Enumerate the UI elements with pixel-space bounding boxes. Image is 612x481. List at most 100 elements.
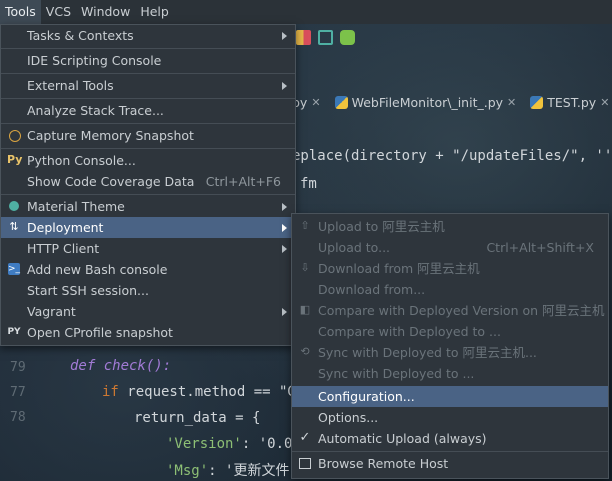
menu-item-open-cprofile[interactable]: PY Open CProfile snapshot xyxy=(1,322,295,343)
line-number: 78 xyxy=(10,410,26,425)
submenu-arrow-icon xyxy=(282,224,287,232)
menu-item-compare-with-deployed-to[interactable]: Compare with Deployed to ... xyxy=(292,321,608,342)
code-line[interactable]: if request.method == "GE xyxy=(102,384,304,400)
menu-item-label: Compare with Deployed Version on 阿里云主机 xyxy=(318,303,605,318)
code-keyword: if xyxy=(102,384,119,400)
menu-separator xyxy=(1,98,295,99)
menu-item-label: Python Console... xyxy=(27,153,136,168)
menu-item-label: Start SSH session... xyxy=(27,283,149,298)
plugin-icon[interactable] xyxy=(340,30,355,45)
menu-item-python-console[interactable]: Py Python Console... xyxy=(1,150,295,171)
submenu-arrow-icon xyxy=(282,308,287,316)
tab-webfilemonitor-init[interactable]: WebFileMonitor\_init_.py ✕ xyxy=(334,94,516,110)
menu-item-show-code-coverage[interactable]: Show Code Coverage Data Ctrl+Alt+F6 xyxy=(1,171,295,192)
shortcut-label: Ctrl+Alt+F6 xyxy=(205,174,281,189)
menu-item-material-theme[interactable]: Material Theme xyxy=(1,196,295,217)
code-line[interactable]: 'Msg': '更新文件, xyxy=(166,460,298,480)
menu-item-label: Automatic Upload (always) xyxy=(318,431,487,446)
menu-item-label: Download from... xyxy=(318,282,426,297)
code-line[interactable]: eplace(directory + "/updateFiles/", '') xyxy=(292,148,612,164)
close-icon[interactable]: ✕ xyxy=(600,96,609,109)
code-text: request.method == "GE xyxy=(118,384,305,400)
code-string: 'Version' xyxy=(166,436,242,452)
code-line[interactable]: return_data = { xyxy=(134,410,260,426)
menu-separator xyxy=(1,123,295,124)
menu-tools[interactable]: Tools xyxy=(0,0,41,24)
menu-help[interactable]: Help xyxy=(135,0,174,24)
menu-item-label: Capture Memory Snapshot xyxy=(27,128,194,143)
menu-item-external-tools[interactable]: External Tools xyxy=(1,75,295,96)
menu-item-start-ssh-session[interactable]: Start SSH session... xyxy=(1,280,295,301)
code-line[interactable]: def check(): xyxy=(70,358,171,374)
cprofile-icon: PY xyxy=(7,327,21,337)
menu-item-analyze-stack-trace[interactable]: Analyze Stack Trace... xyxy=(1,100,295,121)
upload-icon: ⇧ xyxy=(300,219,310,232)
download-icon: ⇩ xyxy=(300,261,310,274)
submenu-arrow-icon xyxy=(282,32,287,40)
remote-host-icon xyxy=(299,458,311,469)
menu-item-options[interactable]: Options... xyxy=(292,407,608,428)
tab-test-py[interactable]: TEST.py ✕ xyxy=(530,95,609,110)
checkmark-icon: ✓ xyxy=(299,430,311,445)
menu-item-label: Sync with Deployed to 阿里云主机... xyxy=(318,345,537,360)
menu-item-upload-to[interactable]: Upload to... Ctrl+Alt+Shift+X xyxy=(292,237,608,258)
menu-item-vagrant[interactable]: Vagrant xyxy=(1,301,295,322)
close-icon[interactable]: ✕ xyxy=(311,96,320,109)
menu-item-label: Configuration... xyxy=(318,389,415,404)
menu-window[interactable]: Window xyxy=(76,0,135,24)
menu-item-label: HTTP Client xyxy=(27,241,100,256)
menu-item-label: Open CProfile snapshot xyxy=(27,325,173,340)
menu-item-label: Show Code Coverage Data xyxy=(27,174,195,189)
menu-item-tasks-contexts[interactable]: Tasks & Contexts xyxy=(1,25,295,46)
tab-py[interactable]: py ✕ xyxy=(292,95,321,110)
deployment-arrows-icon: ⇅ xyxy=(9,220,19,233)
menu-item-http-client[interactable]: HTTP Client xyxy=(1,238,295,259)
menu-item-label: External Tools xyxy=(27,78,114,93)
sync-icon: ⟲ xyxy=(300,345,310,358)
menu-item-upload-to-server[interactable]: ⇧ Upload to 阿里云主机 xyxy=(292,216,608,237)
menu-item-label: Compare with Deployed to ... xyxy=(318,324,501,339)
menu-item-label: Browse Remote Host xyxy=(318,456,449,471)
tools-menu: Tasks & Contexts IDE Scripting Console E… xyxy=(0,24,296,346)
tab-label: WebFileMonitor\_init_.py xyxy=(351,94,504,110)
menu-item-browse-remote-host[interactable]: Browse Remote Host xyxy=(292,453,608,474)
line-number: 79 xyxy=(10,360,26,375)
menu-item-label: Tasks & Contexts xyxy=(27,28,134,43)
close-icon[interactable]: ✕ xyxy=(507,96,516,109)
code-text: : '更新文件, xyxy=(208,463,298,479)
menu-separator xyxy=(1,73,295,74)
menu-item-sync-with-deployed-server[interactable]: ⟲ Sync with Deployed to 阿里云主机... xyxy=(292,342,608,363)
window-icon[interactable] xyxy=(318,30,333,45)
menu-item-label: Sync with Deployed to ... xyxy=(318,366,475,381)
menu-item-sync-with-deployed-to[interactable]: Sync with Deployed to ... xyxy=(292,363,608,384)
menu-vcs[interactable]: VCS xyxy=(41,0,76,24)
menu-item-label: IDE Scripting Console xyxy=(27,53,162,68)
submenu-arrow-icon xyxy=(282,82,287,90)
submenu-arrow-icon xyxy=(282,203,287,211)
menu-item-configuration[interactable]: Configuration... xyxy=(292,386,608,407)
menu-item-compare-with-deployed-server[interactable]: ◧ Compare with Deployed Version on 阿里云主机 xyxy=(292,300,608,321)
menu-item-label: Material Theme xyxy=(27,199,125,214)
menu-item-automatic-upload[interactable]: ✓ Automatic Upload (always) xyxy=(292,428,608,449)
menu-separator xyxy=(1,48,295,49)
shortcut-label: Ctrl+Alt+Shift+X xyxy=(486,240,594,255)
menu-item-capture-memory-snapshot[interactable]: Capture Memory Snapshot xyxy=(1,125,295,146)
menu-item-label: Upload to 阿里云主机 xyxy=(318,219,445,234)
terminal-icon: >_ xyxy=(8,263,21,275)
menu-item-download-from-server[interactable]: ⇩ Download from 阿里云主机 xyxy=(292,258,608,279)
menu-item-deployment[interactable]: ⇅ Deployment xyxy=(1,217,295,238)
menu-separator xyxy=(1,194,295,195)
menu-separator xyxy=(1,148,295,149)
python-console-icon: Py xyxy=(7,153,23,166)
menu-item-ide-scripting-console[interactable]: IDE Scripting Console xyxy=(1,50,295,71)
layout-icon[interactable] xyxy=(296,30,311,45)
menu-item-label: Download from 阿里云主机 xyxy=(318,261,480,276)
code-line[interactable]: 'Version': '0.0. xyxy=(166,436,301,452)
menu-item-add-bash-console[interactable]: >_ Add new Bash console xyxy=(1,259,295,280)
code-string: 'Msg' xyxy=(166,463,209,479)
menu-separator xyxy=(292,451,608,452)
code-line[interactable]: fm xyxy=(300,176,317,192)
editor-tabs: py ✕ WebFileMonitor\_init_.py ✕ TEST.py … xyxy=(292,90,609,114)
menu-item-download-from[interactable]: Download from... xyxy=(292,279,608,300)
code-def: def check(): xyxy=(70,358,172,374)
